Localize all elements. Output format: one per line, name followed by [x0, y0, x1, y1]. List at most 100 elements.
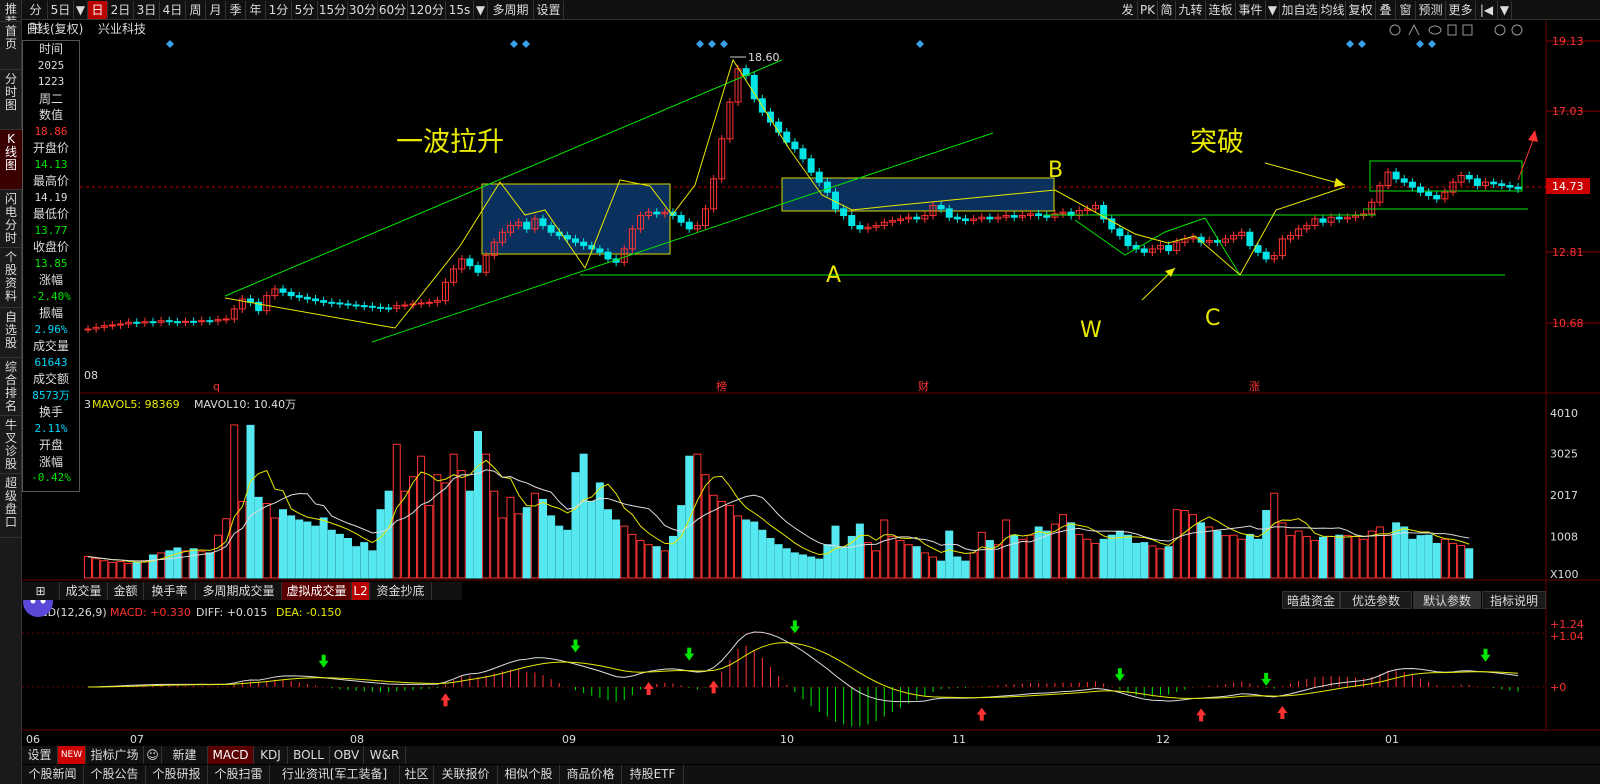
volume-bar — [750, 521, 759, 579]
news-tab-9[interactable]: 持股ETF — [622, 765, 684, 784]
volume-bar — [1002, 519, 1011, 579]
indicator-tab-9[interactable]: W&R — [364, 746, 406, 764]
indicator-tab-5[interactable]: MACD — [208, 746, 254, 764]
volume-bar — [1254, 538, 1262, 579]
candle-body — [360, 305, 368, 308]
candle-body — [222, 318, 230, 321]
zoom-in-icon[interactable] — [1511, 24, 1523, 36]
eye-icon[interactable] — [1428, 25, 1442, 35]
news-tab-0[interactable]: 个股新闻 — [22, 765, 84, 784]
candle-body — [523, 221, 531, 230]
event-mark-q[interactable]: q — [213, 380, 220, 393]
volume-bar — [1083, 538, 1092, 579]
news-tab-3[interactable]: 个股扫雷 — [208, 765, 270, 784]
news-tab-7[interactable]: 相似个股 — [498, 765, 560, 784]
subtab-1[interactable]: 成交量 — [60, 582, 108, 600]
volume-bar — [197, 551, 206, 579]
macd-button-1[interactable]: 优选参数 — [1340, 591, 1412, 609]
macd-histogram — [95, 645, 1519, 727]
candle-body — [1116, 228, 1124, 237]
volume-bar — [1384, 534, 1392, 579]
candle-body — [1262, 251, 1270, 260]
volume-bar — [1351, 535, 1360, 579]
volume-bar — [1245, 533, 1254, 579]
top-right-icons[interactable] — [1389, 23, 1523, 36]
indicator-tab-8[interactable]: OBV — [330, 746, 364, 764]
indicator-tab-7[interactable]: BOLL — [288, 746, 330, 764]
volume-bar — [725, 505, 734, 579]
news-tab-6[interactable]: 关联报价 — [434, 765, 498, 784]
candle-body — [986, 216, 994, 220]
macd-buy-arrow — [1277, 705, 1288, 719]
subtab-2[interactable]: 金额 — [108, 582, 144, 600]
volume-bar — [1205, 526, 1214, 579]
news-tab-5[interactable]: 社区 — [400, 765, 434, 784]
volume-bar — [449, 453, 458, 579]
zoom-out-icon[interactable] — [1494, 24, 1506, 36]
volume-bar — [287, 515, 296, 579]
subtab-4[interactable]: 多周期成交量 — [196, 582, 282, 600]
indicator-tab-4[interactable]: 新建 — [162, 746, 208, 764]
news-tab-8[interactable]: 商品价格 — [560, 765, 622, 784]
candle-body — [945, 208, 953, 218]
mavol10-label: MAVOL10: 10.40万 — [194, 398, 296, 411]
volume-bar — [279, 509, 287, 579]
volume-bar — [1237, 538, 1246, 579]
candle-body — [1408, 181, 1416, 188]
indicator-tab-2[interactable]: 指标广场 — [86, 746, 144, 764]
macd-button-0[interactable]: 暗盘资金 — [1282, 591, 1340, 609]
data-window-row-24: 开盘 — [38, 438, 63, 452]
candle-body — [133, 321, 141, 324]
news-tab-1[interactable]: 个股公告 — [84, 765, 146, 784]
subtab-3[interactable]: 换手率 — [144, 582, 196, 600]
candle-body — [572, 238, 579, 243]
volume-bar — [409, 476, 417, 579]
candle-body — [1124, 235, 1132, 247]
event-mark-finance[interactable]: 财 — [918, 379, 929, 393]
macd-button-3[interactable]: 指标说明 — [1482, 591, 1546, 609]
subtab-0[interactable]: ⊞ — [22, 582, 60, 600]
data-window-row-23: 2.11% — [34, 421, 68, 435]
draw-icon[interactable] — [1408, 23, 1420, 36]
breakout-arrow-head — [1334, 178, 1345, 187]
volume-tick-label: X100 — [1550, 568, 1579, 581]
macd-buy-arrow — [643, 682, 654, 696]
volume-bar — [929, 556, 937, 579]
signal-diamond — [166, 40, 174, 48]
signal-diamond — [708, 40, 716, 48]
volume-bar — [872, 550, 881, 579]
candle-body — [425, 301, 433, 304]
mavol5-label: MAVOL5: 98369 — [92, 398, 180, 411]
volume-bar — [799, 554, 807, 579]
volume-bar — [563, 529, 572, 579]
copy-icon[interactable] — [1462, 24, 1473, 36]
month-label: 01 — [1385, 733, 1399, 746]
volume-bar — [84, 556, 92, 579]
settings-icon[interactable] — [1389, 24, 1401, 36]
subtab-6[interactable]: L2 — [352, 582, 370, 600]
event-mark-list[interactable]: 榜 — [716, 379, 727, 393]
data-window-row-2: 1223 — [37, 75, 65, 88]
macd-sell-arrow — [1114, 668, 1125, 682]
lock-icon[interactable] — [1447, 24, 1457, 36]
news-tab-2[interactable]: 个股研报 — [146, 765, 208, 784]
news-tab-4[interactable]: 行业资讯[军工装备] — [270, 765, 400, 784]
indicator-tab-6[interactable]: KDJ — [254, 746, 288, 764]
subtab-5[interactable]: 虚拟成交量 — [282, 582, 352, 600]
subtab-7[interactable]: 资金抄底 — [370, 582, 432, 600]
indicator-tab-3[interactable]: ☺ — [144, 746, 162, 764]
high-price-label: 18.60 — [748, 51, 780, 64]
indicator-tab-0[interactable]: 设置 — [22, 746, 58, 764]
volume-bar — [1124, 534, 1132, 579]
volume-bar — [498, 517, 507, 579]
indicator-tab-1[interactable]: NEW — [58, 746, 86, 764]
event-mark-limitup[interactable]: 涨 — [1249, 380, 1260, 393]
wave-annotation: 一波拉升 — [396, 127, 504, 158]
month-label: 07 — [130, 733, 144, 746]
volume-bar — [612, 519, 621, 579]
volume-bar — [1408, 538, 1417, 579]
price-chart[interactable]: 日线(复权) 兴业科技 19.1317.0312.8110.68 14.73 1… — [0, 0, 1600, 784]
volume-bar — [904, 544, 913, 579]
volume-bar — [677, 505, 686, 579]
macd-button-2[interactable]: 默认参数 — [1413, 591, 1481, 609]
